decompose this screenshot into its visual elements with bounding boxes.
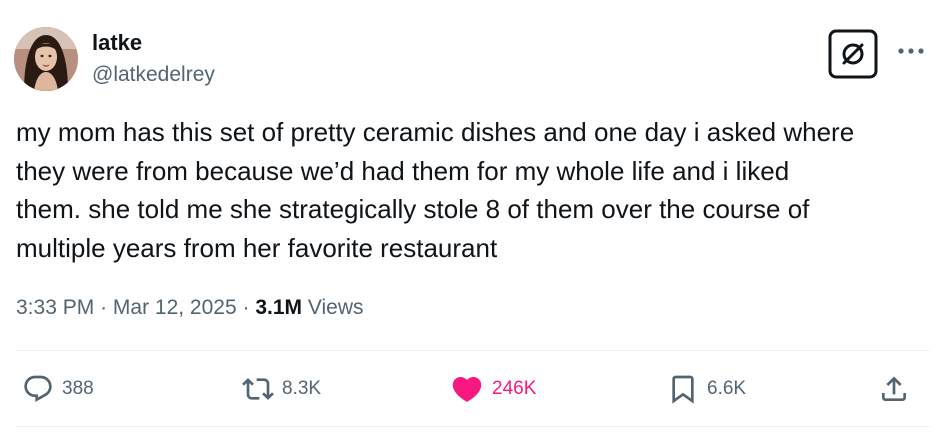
like-button[interactable]: 246K [450, 364, 536, 414]
reply-button[interactable]: 388 [22, 364, 94, 414]
author-display-name[interactable]: latke [92, 30, 142, 56]
bookmark-count: 6.6K [707, 378, 747, 399]
views-label: Views [307, 296, 364, 319]
bookmark-icon [667, 373, 699, 405]
more-options-button[interactable] [893, 36, 929, 66]
share-icon [878, 373, 910, 405]
divider [16, 350, 930, 351]
repost-count: 8.3K [282, 378, 322, 399]
share-button[interactable] [878, 364, 910, 414]
profile-photo-icon [14, 27, 78, 91]
heart-icon [450, 372, 484, 406]
reply-icon [22, 373, 54, 405]
grok-icon [828, 29, 878, 79]
grok-button[interactable] [828, 29, 878, 79]
action-bar: 388 8.3K 246K 6.6K [0, 364, 946, 414]
post-time[interactable]: 3:33 PM [16, 296, 94, 319]
like-count: 246K [492, 378, 537, 399]
more-icon [898, 48, 924, 54]
divider [16, 426, 930, 427]
repost-icon [242, 373, 274, 405]
avatar[interactable] [14, 27, 78, 91]
post-text: my mom has this set of pretty ceramic di… [16, 117, 855, 263]
meta-separator: · [242, 296, 250, 319]
repost-button[interactable]: 8.3K [242, 364, 321, 414]
views-count[interactable]: 3.1M [255, 296, 302, 319]
reply-count: 388 [62, 378, 94, 399]
meta-separator: · [100, 296, 108, 319]
post-meta: 3:33 PM · Mar 12, 2025 · 3.1M Views [16, 294, 364, 322]
author-handle[interactable]: @latkedelrey [92, 62, 215, 88]
post-date[interactable]: Mar 12, 2025 [113, 296, 237, 319]
bookmark-button[interactable]: 6.6K [667, 364, 746, 414]
